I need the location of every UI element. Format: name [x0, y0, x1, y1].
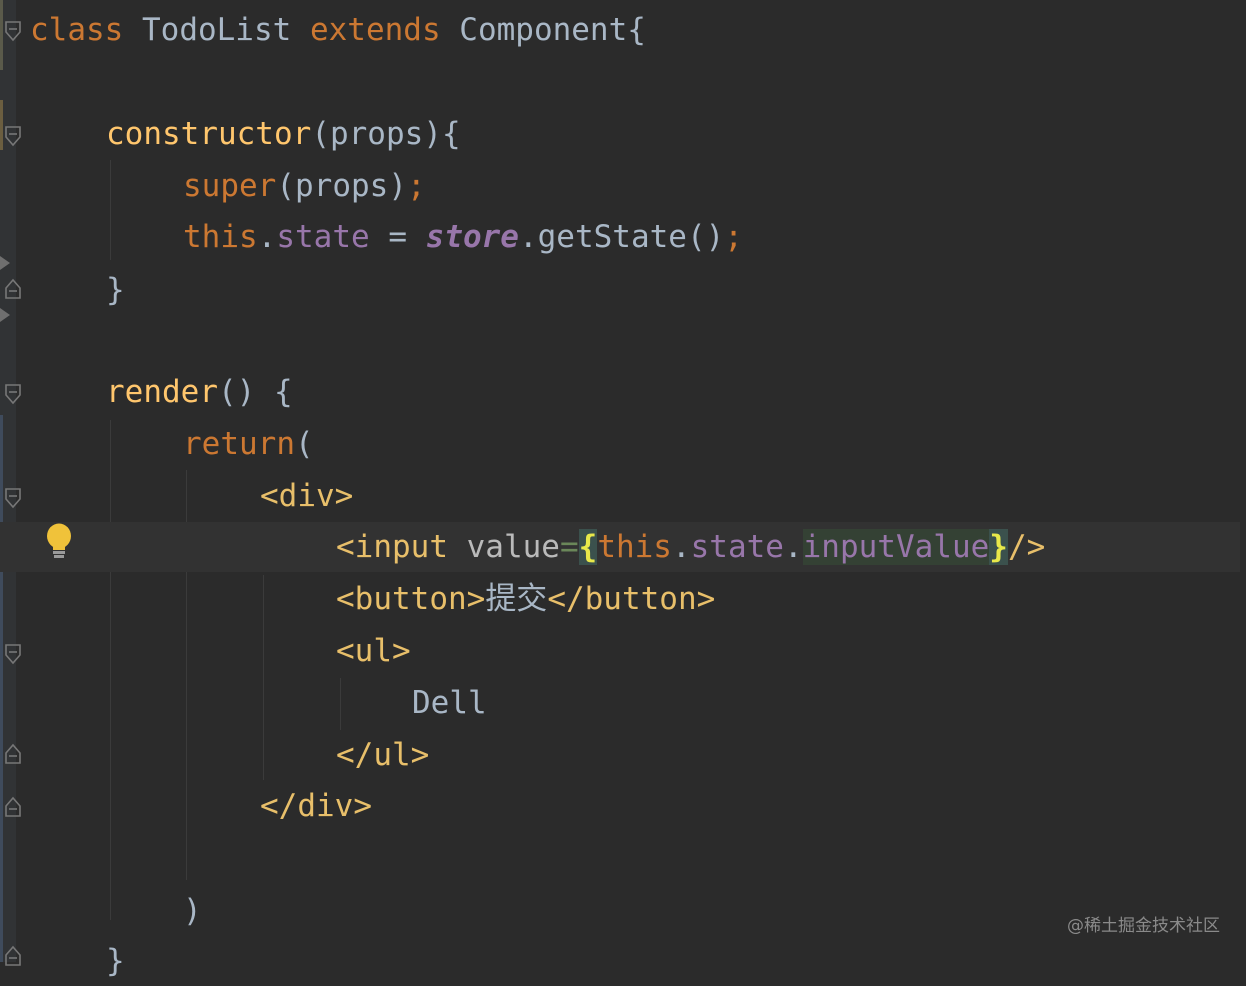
- code-text: () {: [217, 374, 293, 410]
- jsx-tag: <div>: [260, 478, 354, 514]
- code-text: Component{: [440, 12, 646, 48]
- keyword: extends: [309, 12, 441, 48]
- property-highlight: inputValue: [802, 529, 990, 565]
- code-line-9: <input value={this.state.inputValue}/>: [0, 522, 1240, 572]
- jsx-text: 提交: [485, 581, 548, 617]
- keyword: this: [597, 529, 672, 565]
- code-text: .: [671, 529, 691, 565]
- code-text: (props): [276, 168, 407, 204]
- lightbulb-icon[interactable]: [44, 522, 74, 560]
- code-text: .: [783, 529, 803, 565]
- code-text: (props){: [311, 116, 461, 152]
- jsx-tag: <button>: [336, 581, 486, 617]
- code-line-8: <div>: [0, 471, 1246, 521]
- code-text: (: [294, 426, 314, 462]
- jsx-tag: <input: [336, 529, 448, 565]
- code-line-7: return(: [0, 419, 1246, 469]
- code-line-6: render() {: [0, 367, 1246, 417]
- function-name: render: [106, 374, 218, 410]
- keyword: return: [183, 426, 295, 462]
- jsx-tag: />: [1007, 529, 1046, 565]
- brace-match: {: [578, 529, 598, 565]
- semicolon: ;: [724, 219, 743, 255]
- code-line-2: constructor(props){: [0, 109, 1246, 159]
- code-line-1: class TodoList extends Component{: [0, 5, 1246, 55]
- jsx-tag: </button>: [547, 581, 716, 617]
- code-text: ): [183, 893, 202, 929]
- brace-match: }: [989, 529, 1008, 565]
- code-line-3: super(props);: [0, 161, 1246, 211]
- jsx-tag: <ul>: [336, 633, 411, 669]
- code-text: =: [559, 529, 579, 565]
- code-line-15: ): [0, 886, 1246, 936]
- code-line-4: this.state = store.getState();: [0, 212, 1246, 262]
- jsx-text: Dell: [412, 685, 487, 721]
- property: state: [690, 529, 784, 565]
- code-editor[interactable]: class TodoList extends Component{ constr…: [0, 0, 1246, 979]
- code-text: }: [106, 272, 125, 308]
- keyword: class: [30, 12, 124, 48]
- code-line-5: }: [0, 265, 1246, 315]
- jsx-tag: </div>: [260, 788, 372, 824]
- function-name: constructor: [106, 116, 312, 152]
- property: state: [276, 219, 370, 255]
- class-name: TodoList: [123, 12, 310, 48]
- keyword: this: [183, 219, 258, 255]
- code-text: =: [369, 219, 426, 255]
- static-ref: store: [425, 219, 519, 255]
- code-line-11: <ul>: [0, 626, 1246, 676]
- code-line-13: </ul>: [0, 730, 1246, 780]
- code-text: .getState(): [518, 219, 725, 255]
- code-text: .: [257, 219, 277, 255]
- jsx-tag: </ul>: [336, 737, 430, 773]
- jsx-attribute: value: [447, 529, 560, 565]
- code-line-14: </div>: [0, 781, 1246, 831]
- code-text: }: [106, 943, 125, 979]
- semicolon: ;: [406, 168, 426, 204]
- code-line-12: Dell: [0, 678, 1246, 728]
- code-line-10: <button>提交</button>: [0, 574, 1246, 624]
- watermark: @稀土掘金技术社区: [1067, 916, 1220, 936]
- keyword: super: [183, 168, 277, 204]
- code-line-16: }: [0, 936, 1246, 986]
